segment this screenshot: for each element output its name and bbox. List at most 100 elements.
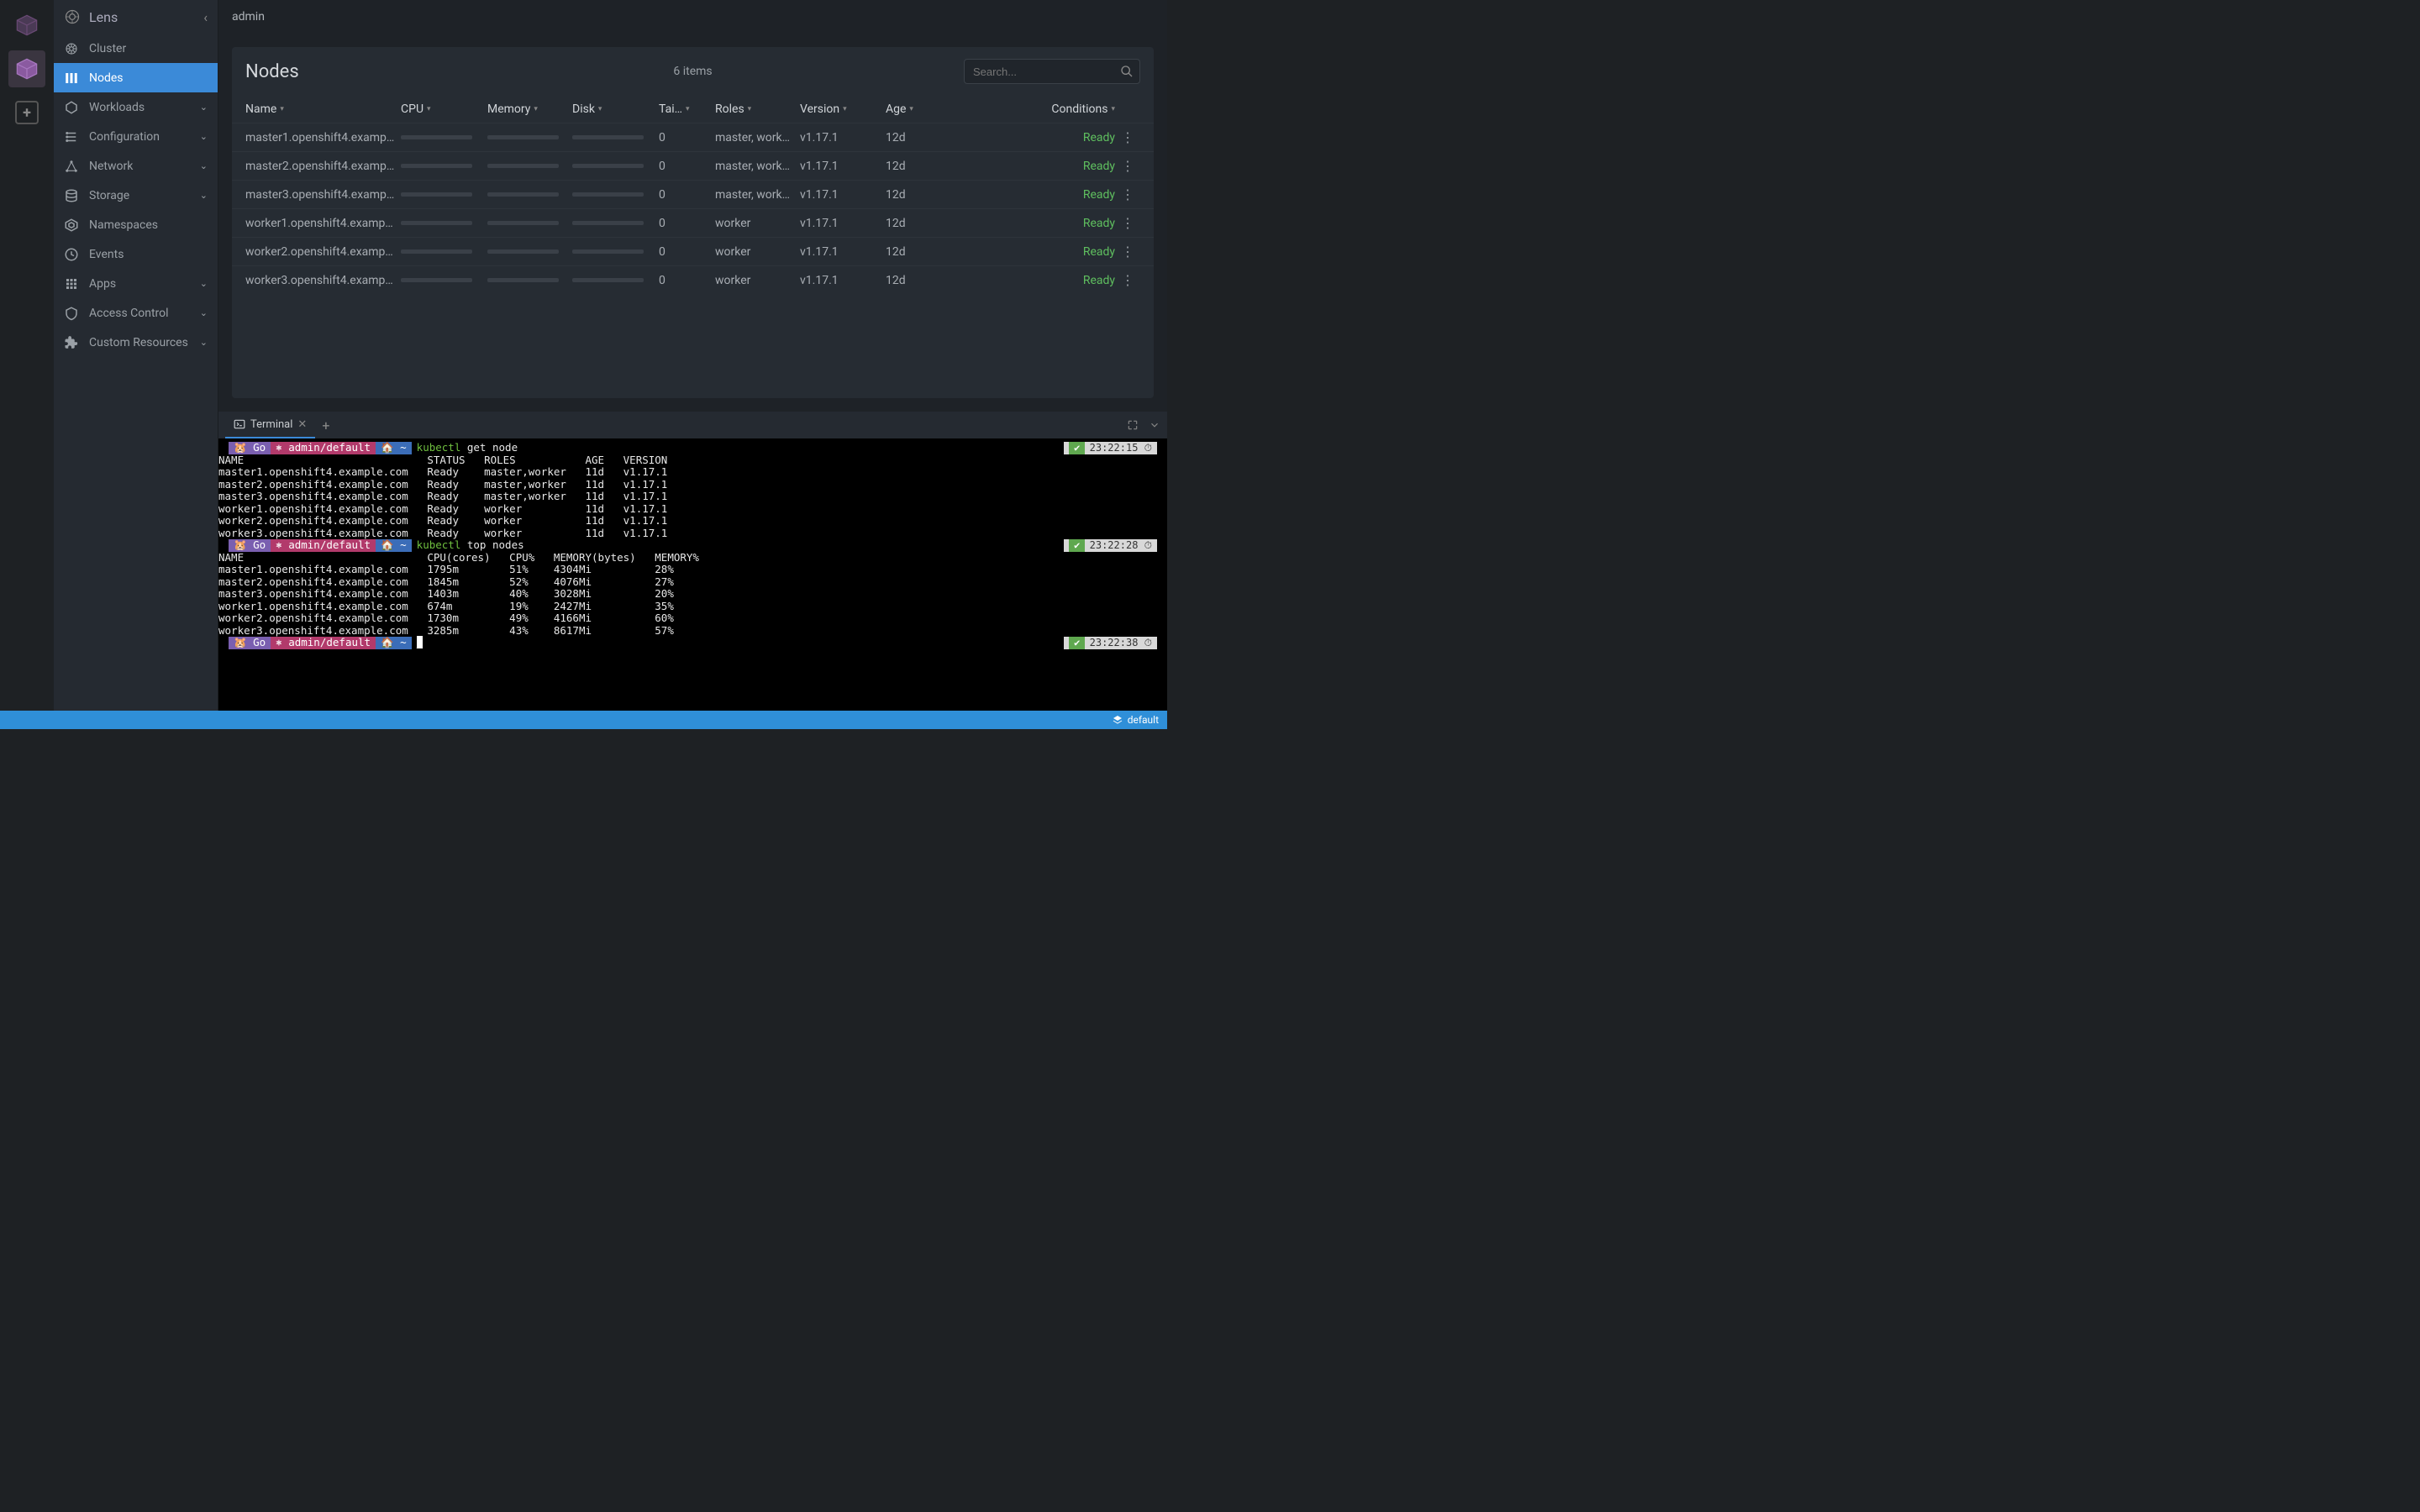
usage-bar [401, 135, 472, 139]
col-roles[interactable]: Roles▾ [715, 102, 800, 116]
usage-bar [572, 164, 644, 168]
fullscreen-icon[interactable] [1127, 419, 1139, 431]
namespaces-icon [64, 218, 79, 233]
sidebar-item-apps[interactable]: Apps⌄ [54, 269, 218, 298]
row-menu-icon[interactable]: ⋮ [1121, 186, 1134, 202]
cell-age: 12d [886, 274, 971, 287]
sort-icon: ▾ [280, 105, 284, 113]
col-memory[interactable]: Memory▾ [487, 102, 572, 116]
col-version[interactable]: Version▾ [800, 102, 886, 116]
col-name[interactable]: Name▾ [245, 102, 401, 116]
sidebar-item-nodes[interactable]: Nodes [54, 63, 218, 92]
cell-conditions: Ready [971, 274, 1115, 287]
cell-roles: worker [715, 217, 800, 230]
table-row[interactable]: worker3.openshift4.examp… 0 worker v1.17… [232, 265, 1154, 294]
sidebar-item-label: Network [89, 160, 133, 173]
breadcrumb[interactable]: admin [232, 10, 265, 24]
chevron-down-icon: ⌄ [200, 190, 208, 201]
sidebar-item-access-control[interactable]: Access Control⌄ [54, 298, 218, 328]
table-row[interactable]: worker1.openshift4.examp… 0 worker v1.17… [232, 208, 1154, 237]
sidebar-header: Lens ‹ [54, 0, 218, 34]
sidebar-item-cluster[interactable]: Cluster [54, 34, 218, 63]
cell-conditions: Ready [971, 131, 1115, 144]
cell-version: v1.17.1 [800, 217, 886, 230]
cell-name: worker1.openshift4.examp… [245, 217, 401, 230]
table-row[interactable]: worker2.openshift4.examp… 0 worker v1.17… [232, 237, 1154, 265]
cell-memory [487, 221, 572, 225]
sidebar-item-storage[interactable]: Storage⌄ [54, 181, 218, 210]
sidebar-item-label: Configuration [89, 130, 160, 144]
col-conditions[interactable]: Conditions▾ [971, 102, 1115, 116]
path-segment: 🏠 ~ [376, 637, 412, 649]
rail-add-cluster[interactable]: + [8, 94, 45, 131]
sidebar-item-configuration[interactable]: Configuration⌄ [54, 122, 218, 151]
cell-memory [487, 164, 572, 168]
row-menu-icon[interactable]: ⋮ [1121, 272, 1134, 288]
sidebar-item-label: Namespaces [89, 218, 158, 232]
terminal-output[interactable]: 🐹 Go ⎈ admin/default 🏠 ~ kubectl get nod… [218, 438, 1167, 711]
statusbar-namespace[interactable]: default [1128, 714, 1159, 726]
chevron-down-icon: ⌄ [200, 278, 208, 289]
rail-cluster-2[interactable] [8, 50, 45, 87]
check-icon: ✔ [1069, 539, 1085, 552]
cell-memory [487, 249, 572, 254]
cluster-rail: + [0, 0, 54, 711]
table-row[interactable]: master2.openshift4.examp… 0 master, work… [232, 151, 1154, 180]
terminal-icon [234, 418, 245, 430]
row-menu-icon[interactable]: ⋮ [1121, 158, 1134, 174]
statusbar: default [0, 711, 1167, 729]
rail-cluster-1[interactable] [8, 7, 45, 44]
chevron-down-icon[interactable] [1149, 419, 1160, 431]
search-input[interactable] [964, 59, 1140, 84]
terminal-tab[interactable]: Terminal ✕ [225, 412, 315, 438]
cell-disk [572, 164, 659, 168]
add-terminal-tab[interactable]: + [322, 417, 329, 433]
check-icon: ✔ [1069, 442, 1085, 454]
row-menu-icon[interactable]: ⋮ [1121, 129, 1134, 145]
sidebar-item-namespaces[interactable]: Namespaces [54, 210, 218, 239]
cell-roles: master, work… [715, 131, 800, 144]
go-segment: 🐹 Go [229, 539, 271, 552]
workloads-icon [64, 100, 79, 115]
usage-bar [572, 221, 644, 225]
events-icon [64, 247, 79, 262]
row-menu-icon[interactable]: ⋮ [1121, 215, 1134, 231]
table-row[interactable]: master3.openshift4.examp… 0 master, work… [232, 180, 1154, 208]
sidebar-item-workloads[interactable]: Workloads⌄ [54, 92, 218, 122]
cell-cpu [401, 164, 487, 168]
col-cpu[interactable]: CPU▾ [401, 102, 487, 116]
helm-icon [64, 41, 79, 56]
status-badge: Ready [1083, 188, 1115, 202]
usage-bar [572, 249, 644, 254]
cell-taints: 0 [659, 160, 715, 173]
cell-name: master2.openshift4.examp… [245, 160, 401, 173]
cell-age: 12d [886, 188, 971, 202]
sidebar-item-events[interactable]: Events [54, 239, 218, 269]
sidebar-item-custom-resources[interactable]: Custom Resources⌄ [54, 328, 218, 357]
time-badge: ✔ 23:22:28 ⏱ [1064, 539, 1157, 552]
cell-age: 12d [886, 131, 971, 144]
close-tab-icon[interactable]: ✕ [297, 418, 307, 431]
cell-taints: 0 [659, 217, 715, 230]
layers-icon [1113, 715, 1123, 725]
terminal-text: NAME CPU(cores) CPU% MEMORY(bytes) MEMOR… [218, 552, 1167, 638]
usage-bar [401, 221, 472, 225]
usage-bar [487, 221, 559, 225]
cell-name: master3.openshift4.examp… [245, 188, 401, 202]
cell-name: worker3.openshift4.examp… [245, 274, 401, 287]
col-taints[interactable]: Tai…▾ [659, 102, 715, 116]
time-badge: ✔ 23:22:15 ⏱ [1064, 442, 1157, 454]
collapse-sidebar-icon[interactable]: ‹ [203, 9, 208, 25]
usage-bar [487, 278, 559, 282]
cube-icon [15, 13, 39, 37]
cell-roles: worker [715, 245, 800, 259]
cell-taints: 0 [659, 188, 715, 202]
row-menu-icon[interactable]: ⋮ [1121, 244, 1134, 260]
col-disk[interactable]: Disk▾ [572, 102, 659, 116]
table-row[interactable]: master1.openshift4.examp… 0 master, work… [232, 123, 1154, 151]
chevron-down-icon: ⌄ [200, 337, 208, 348]
usage-bar [572, 192, 644, 197]
cell-taints: 0 [659, 131, 715, 144]
sidebar-item-network[interactable]: Network⌄ [54, 151, 218, 181]
col-age[interactable]: Age▾ [886, 102, 971, 116]
